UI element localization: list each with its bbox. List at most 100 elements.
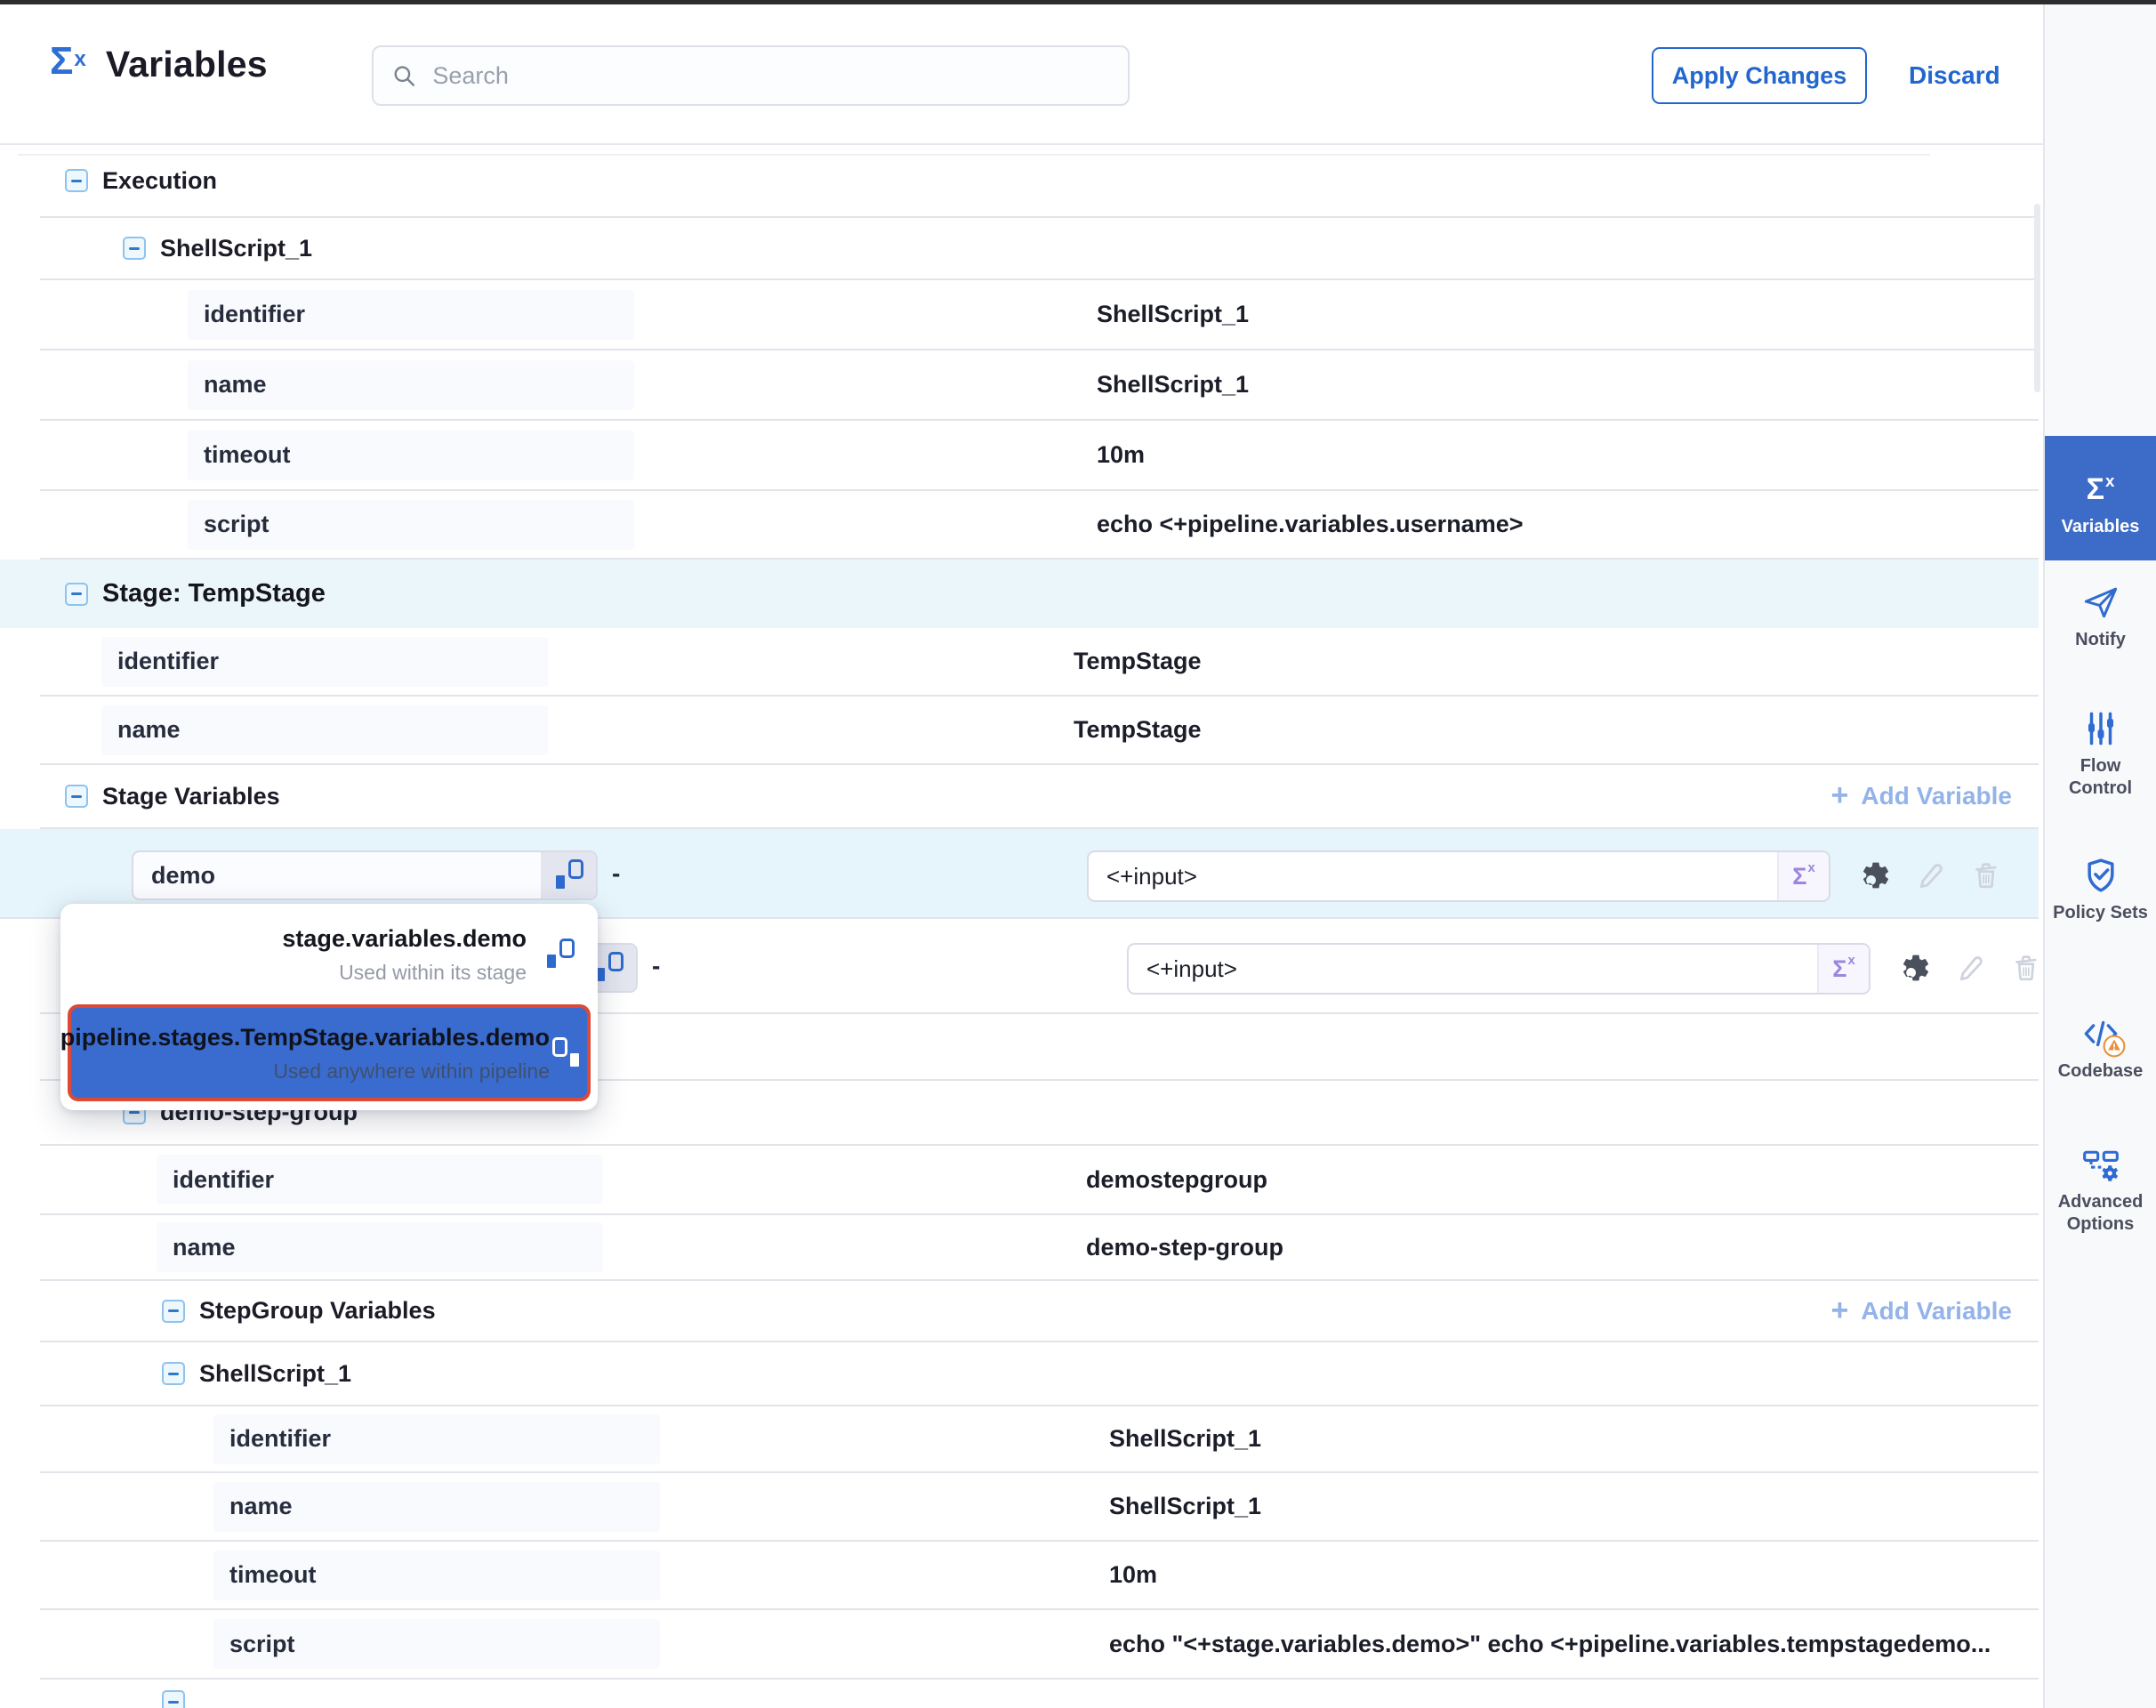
search-icon	[391, 62, 416, 89]
collapse-icon[interactable]	[162, 1300, 185, 1323]
field-value: ShellScript_1	[1097, 301, 1249, 328]
popup-item-texts: stage.variables.demo Used within its sta…	[282, 923, 527, 985]
field-value: demo-step-group	[1086, 1234, 1283, 1261]
copy-icon	[593, 952, 623, 984]
field-label-box: name	[188, 360, 634, 410]
field-row-name: nameTempStage	[40, 697, 2039, 765]
field-label-box: identifier	[188, 290, 634, 340]
sigma-variables-icon: Σx	[50, 42, 86, 87]
scrollbar-thumb[interactable]	[2034, 204, 2040, 392]
plus-icon: +	[1831, 1298, 1849, 1323]
field-row-timeout: timeout10m	[40, 1542, 2039, 1610]
collapse-icon[interactable]	[65, 785, 88, 808]
collapse-icon[interactable]	[162, 1690, 185, 1708]
tree-label: ShellScript_1	[160, 235, 312, 262]
field-label-box: name	[157, 1222, 603, 1272]
variable-name: demo	[133, 852, 541, 898]
variable-value-field[interactable]: <+input>Σx	[1127, 943, 1870, 995]
variable-value[interactable]: <+input>	[1089, 852, 1777, 900]
field-row-name: nameShellScript_1	[40, 350, 2039, 421]
tree-row-execution: Execution	[40, 145, 2039, 218]
add-variable-button[interactable]: +Add Variable	[1831, 782, 2012, 810]
collapse-icon[interactable]	[123, 237, 146, 260]
field-label-box: script	[188, 500, 634, 550]
field-value: 10m	[1109, 1561, 1157, 1589]
sidebar-item-advanced-options[interactable]: Advanced Options	[2045, 1143, 2156, 1236]
delete-trash-icon[interactable]	[1969, 858, 2003, 892]
field-value: TempStage	[1074, 648, 1202, 675]
field-label: identifier	[229, 1425, 331, 1453]
field-value: ShellScript_1	[1109, 1493, 1261, 1520]
runtime-input-sigma-button[interactable]: Σx	[1817, 945, 1869, 993]
tree-row-shellscript-1: ShellScript_1	[40, 218, 2039, 280]
popup-item-stage-scope[interactable]: stage.variables.demo Used within its sta…	[60, 909, 598, 999]
field-label: name	[204, 371, 267, 399]
field-label: script	[204, 511, 270, 538]
paper-plane-icon	[2045, 581, 2156, 624]
tree-label: StepGroup Variables	[199, 1297, 436, 1325]
runtime-input-sigma-button[interactable]: Σx	[1777, 852, 1829, 900]
search-box[interactable]	[372, 45, 1130, 106]
tree-label: Stage Variables	[102, 783, 280, 810]
field-row-name: name ShellScript_1	[40, 1473, 2039, 1542]
edit-pencil-icon[interactable]	[1914, 858, 1948, 892]
add-variable-label: Add Variable	[1861, 1297, 2012, 1325]
sigma-icon: Σx	[2045, 468, 2156, 511]
edit-pencil-icon[interactable]	[1954, 951, 1988, 985]
apply-changes-button[interactable]: Apply Changes	[1652, 47, 1867, 104]
variable-scope-text: Used anywhere within pipeline	[60, 1059, 550, 1084]
sidebar-item-policy-sets[interactable]: Policy Sets	[2045, 854, 2156, 924]
tree-label: Stage: TempStage	[102, 579, 326, 608]
panel-header: Σx Variables Apply Changes Discard	[0, 4, 2043, 145]
sidebar-item-flow-control[interactable]: Flow Control	[2045, 707, 2156, 800]
field-label: identifier	[204, 301, 305, 328]
field-row-identifier: identifier TempStage	[40, 628, 2039, 697]
field-label: identifier	[117, 648, 219, 675]
tree-row-stage-tempstage: Stage: TempStage	[0, 560, 2039, 628]
field-row-timeout: timeout10m	[40, 421, 2039, 491]
variable-scope-text: Used within its stage	[282, 961, 527, 985]
collapse-icon[interactable]	[65, 169, 88, 192]
variable-name-field[interactable]: demo	[132, 850, 598, 900]
settings-gear-icon[interactable]	[1859, 858, 1893, 892]
field-value: TempStage	[1074, 716, 1202, 744]
field-label-box: timeout	[188, 431, 634, 480]
window-top-edge	[0, 0, 2156, 4]
search-input[interactable]	[430, 61, 1110, 91]
popup-item-pipeline-scope[interactable]: pipeline.stages.TempStage.variables.demo…	[68, 1004, 591, 1101]
delete-trash-icon[interactable]	[2009, 951, 2043, 985]
field-label: timeout	[204, 441, 291, 469]
variables-panel-screen: Σx Variables Apply Changes Discard Execu…	[0, 0, 2156, 1708]
add-variable-button[interactable]: + Add Variable	[1831, 1297, 2012, 1325]
field-row-identifier: identifier ShellScript_1	[40, 280, 2039, 350]
copy-button[interactable]	[541, 852, 596, 898]
variable-path-popup: stage.variables.demo Used within its sta…	[60, 904, 598, 1110]
variable-value-field[interactable]: <+input>Σx	[1087, 850, 1830, 902]
field-label-box: identifier	[157, 1155, 603, 1204]
copy-icon	[553, 859, 583, 891]
clipped-tree-row	[40, 1680, 2039, 1708]
field-row-script: scriptecho "<+stage.variables.demo>" ech…	[40, 1610, 2039, 1680]
collapse-icon[interactable]	[162, 1362, 185, 1385]
field-label-box: script	[213, 1619, 660, 1669]
field-row-script: script echo <+pipeline.variables.username…	[40, 491, 2039, 560]
variable-value[interactable]: <+input>	[1129, 945, 1817, 993]
discard-button[interactable]: Discard	[1903, 47, 2006, 104]
variable-path-text: pipeline.stages.TempStage.variables.demo	[60, 1022, 550, 1052]
field-value: echo <+pipeline.variables.username>	[1097, 511, 1524, 538]
field-label: identifier	[173, 1166, 274, 1194]
main-panel: Σx Variables Apply Changes Discard Execu…	[0, 4, 2043, 1708]
sidebar-item-label: Codebase	[2045, 1060, 2156, 1083]
field-label: name	[173, 1234, 236, 1261]
sidebar-item-label: Policy Sets	[2045, 902, 2156, 924]
field-value: demostepgroup	[1086, 1166, 1267, 1194]
sidebar-item-variables[interactable]: Σx Variables	[2045, 436, 2156, 560]
sidebar-item-codebase[interactable]: Codebase	[2045, 1012, 2156, 1083]
sidebar-item-notify[interactable]: Notify	[2045, 581, 2156, 651]
copy-icon[interactable]	[544, 939, 575, 971]
field-label-box: name	[213, 1482, 660, 1532]
settings-gear-icon[interactable]	[1899, 951, 1933, 985]
collapse-icon[interactable]	[65, 583, 88, 606]
field-value: ShellScript_1	[1109, 1425, 1261, 1453]
tree-label: Execution	[102, 167, 217, 195]
